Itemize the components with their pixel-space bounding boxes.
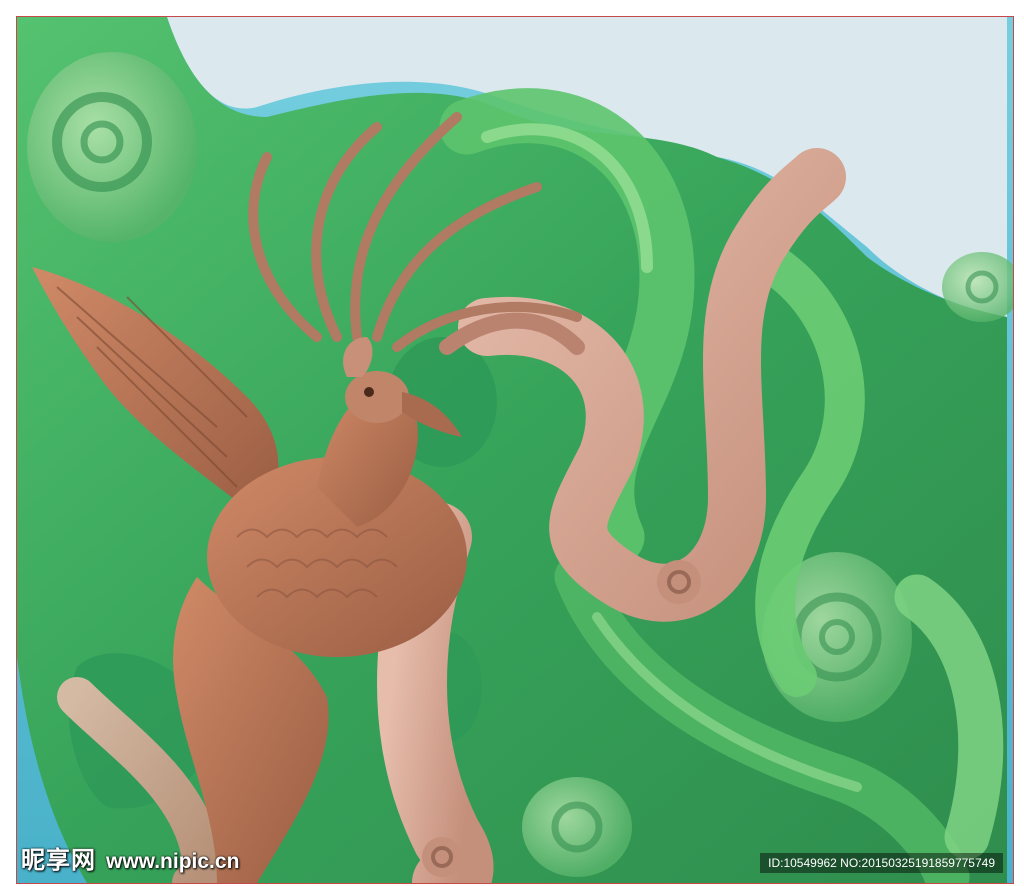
watermark-id: ID:10549962 NO:20150325191859775749 [760,853,1003,873]
cloud-scroll-top-left [27,52,197,242]
watermark-url: www.nipic.cn [106,850,240,873]
relief-image: 昵享网 www.nipic.cn ID:10549962 NO:20150325… [16,16,1014,884]
cloud-scroll-bottom [522,777,632,877]
phoenix-head [345,371,409,423]
phoenix-relief-illustration [17,17,1013,883]
watermark-site: 昵享网 www.nipic.cn [21,840,239,875]
phoenix-eye [364,387,374,397]
watermark-logo-text: 昵享网 [21,846,96,874]
